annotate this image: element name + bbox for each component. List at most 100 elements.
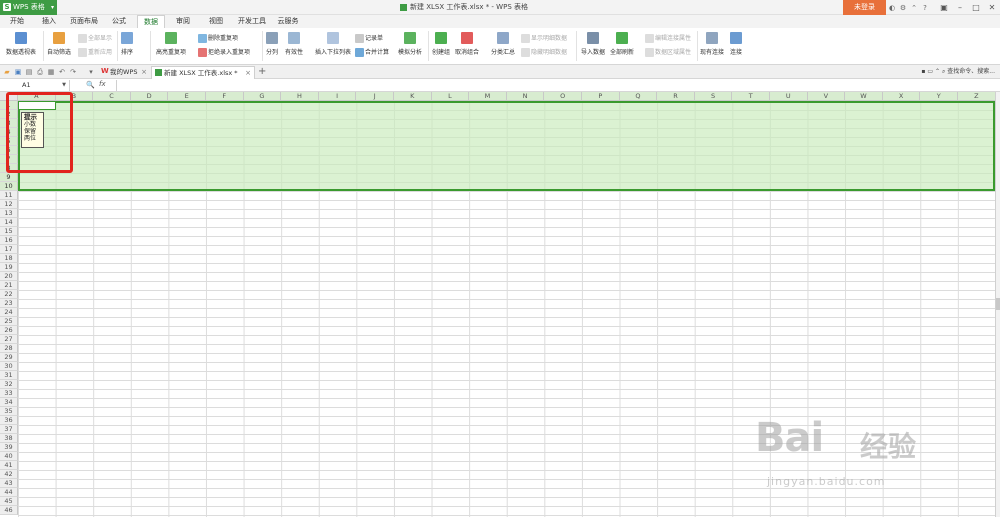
preview-icon[interactable]: ▦ <box>47 68 55 76</box>
tab-home[interactable]: 开始 <box>5 15 29 28</box>
column-header-h[interactable]: H <box>281 92 319 101</box>
chevron-up-icon[interactable]: ⌃ <box>935 68 940 75</box>
row-header-46[interactable]: 46 <box>0 506 18 515</box>
row-header-29[interactable]: 29 <box>0 353 18 362</box>
row-header-31[interactable]: 31 <box>0 371 18 380</box>
tab-my-wps[interactable]: W 我的WPS × <box>98 66 150 79</box>
row-header-21[interactable]: 21 <box>0 281 18 290</box>
login-button[interactable]: 未登录 <box>843 0 886 15</box>
row-header-26[interactable]: 26 <box>0 326 18 335</box>
remove-duplicates-button[interactable]: 删除重复项 <box>198 33 238 43</box>
close-icon[interactable]: × <box>141 66 147 78</box>
column-header-s[interactable]: S <box>694 92 733 101</box>
redo-icon[interactable]: ↷ <box>69 68 77 76</box>
maximize-icon[interactable]: □ <box>968 0 984 15</box>
comment-icon[interactable]: ▪ <box>921 68 925 75</box>
create-group-button[interactable]: 创建组 <box>432 32 450 56</box>
row-header-42[interactable]: 42 <box>0 470 18 479</box>
column-header-v[interactable]: V <box>807 92 846 101</box>
close-icon[interactable]: × <box>245 67 251 79</box>
row-header-30[interactable]: 30 <box>0 362 18 371</box>
tab-view[interactable]: 视图 <box>204 15 228 28</box>
tab-formulas[interactable]: 公式 <box>107 15 131 28</box>
highlight-duplicates-button[interactable]: 高亮重复项 <box>156 32 186 56</box>
column-header-j[interactable]: J <box>356 92 394 101</box>
column-header-g[interactable]: G <box>243 92 282 101</box>
row-header-15[interactable]: 15 <box>0 227 18 236</box>
row-header-35[interactable]: 35 <box>0 407 18 416</box>
row-header-16[interactable]: 16 <box>0 236 18 245</box>
column-header-y[interactable]: Y <box>920 92 958 101</box>
row-header-32[interactable]: 32 <box>0 380 18 389</box>
show-detail-button[interactable]: 显示明细数据 <box>521 33 567 43</box>
hide-detail-button[interactable]: 隐藏明细数据 <box>521 47 567 57</box>
row-header-20[interactable]: 20 <box>0 272 18 281</box>
column-header-k[interactable]: K <box>394 92 432 101</box>
new-tab-icon[interactable]: + <box>258 67 266 77</box>
name-box[interactable]: A1 ▼ <box>0 80 70 91</box>
save-icon[interactable]: ▣ <box>14 68 22 76</box>
undo-icon[interactable]: ↶ <box>58 68 66 76</box>
fx-icon[interactable]: fx <box>99 80 106 88</box>
row-header-37[interactable]: 37 <box>0 425 18 434</box>
text-to-columns-button[interactable]: 分列 <box>266 32 278 56</box>
column-header-r[interactable]: R <box>657 92 695 101</box>
row-header-9[interactable]: 9 <box>0 173 18 182</box>
row-header-18[interactable]: 18 <box>0 254 18 263</box>
minimize-icon[interactable]: – <box>952 0 968 15</box>
consolidate-button[interactable]: 合并计算 <box>355 47 389 57</box>
record-form-button[interactable]: 记录单 <box>355 33 383 43</box>
column-header-e[interactable]: E <box>168 92 206 101</box>
vertical-scrollbar[interactable] <box>995 92 1000 517</box>
row-header-11[interactable]: 11 <box>0 191 18 200</box>
validity-button[interactable]: 有效性 <box>285 32 303 56</box>
row-header-34[interactable]: 34 <box>0 398 18 407</box>
row-header-45[interactable]: 45 <box>0 497 18 506</box>
row-header-33[interactable]: 33 <box>0 389 18 398</box>
row-header-25[interactable]: 25 <box>0 317 18 326</box>
tab-review[interactable]: 审阅 <box>171 15 195 28</box>
column-header-p[interactable]: P <box>582 92 620 101</box>
row-header-10[interactable]: 10 <box>0 182 18 191</box>
edit-links-button[interactable]: 编辑连接属性 <box>645 33 691 43</box>
reapply-button[interactable]: 重新应用 <box>78 47 112 57</box>
row-header-28[interactable]: 28 <box>0 344 18 353</box>
tab-cloud[interactable]: 云服务 <box>274 15 302 28</box>
close-icon[interactable]: ✕ <box>984 0 1000 15</box>
chevron-down-icon[interactable]: ▼ <box>62 80 66 91</box>
row-header-38[interactable]: 38 <box>0 434 18 443</box>
skin-icon[interactable]: ◐ <box>888 4 896 12</box>
selected-range[interactable] <box>18 101 995 191</box>
show-all-button[interactable]: 全部显示 <box>78 33 112 43</box>
autofilter-button[interactable]: 自动筛选 <box>47 32 71 56</box>
help-icon[interactable]: ? <box>921 4 929 12</box>
customize-icon[interactable]: ▾ <box>87 68 95 76</box>
row-header-27[interactable]: 27 <box>0 335 18 344</box>
row-header-24[interactable]: 24 <box>0 308 18 317</box>
pivot-table-button[interactable]: 数据透视表 <box>6 32 36 56</box>
pdf-icon[interactable]: ▤ <box>25 68 33 76</box>
app-menu-button[interactable]: S WPS 表格 ▾ <box>0 0 57 15</box>
column-header-c[interactable]: C <box>93 92 131 101</box>
row-header-22[interactable]: 22 <box>0 290 18 299</box>
row-header-13[interactable]: 13 <box>0 209 18 218</box>
column-header-n[interactable]: N <box>506 92 545 101</box>
ungroup-button[interactable]: 取消组合 <box>455 32 479 56</box>
row-header-39[interactable]: 39 <box>0 443 18 452</box>
row-header-19[interactable]: 19 <box>0 263 18 272</box>
chevron-up-icon[interactable]: ⌃ <box>910 4 918 12</box>
restore-pane-icon[interactable]: ▣ <box>936 0 952 15</box>
column-header-f[interactable]: F <box>206 92 244 101</box>
tab-insert[interactable]: 插入 <box>37 15 61 28</box>
import-data-button[interactable]: 导入数据 <box>581 32 605 56</box>
column-header-u[interactable]: U <box>770 92 808 101</box>
range-props-button[interactable]: 数据区域属性 <box>645 47 691 57</box>
refresh-all-button[interactable]: 全部刷新 <box>610 32 634 56</box>
whatif-button[interactable]: 模拟分析 <box>398 32 422 56</box>
row-header-41[interactable]: 41 <box>0 461 18 470</box>
tab-page-layout[interactable]: 页面布局 <box>67 15 101 28</box>
column-header-o[interactable]: O <box>544 92 582 101</box>
tab-current-file[interactable]: 新建 XLSX 工作表.xlsx * × <box>151 66 255 79</box>
reject-duplicates-button[interactable]: 拒绝录入重复项 <box>198 47 250 57</box>
open-icon[interactable]: ▰ <box>3 68 11 76</box>
